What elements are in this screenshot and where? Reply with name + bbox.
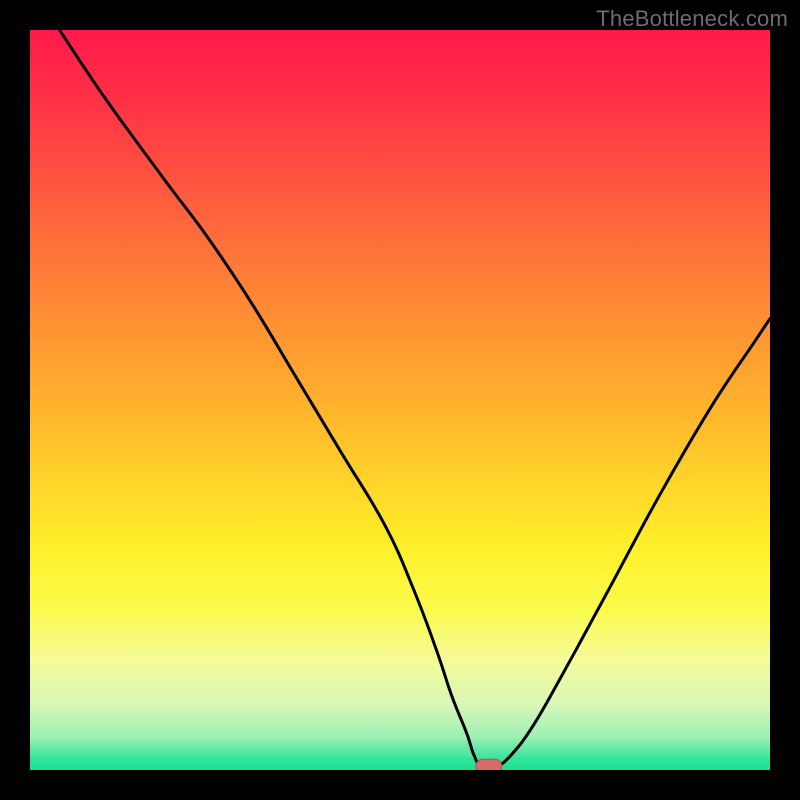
chart-frame: TheBottleneck.com <box>0 0 800 800</box>
plot-area <box>30 30 770 770</box>
optimal-marker <box>476 759 502 770</box>
watermark-text: TheBottleneck.com <box>596 6 788 32</box>
chart-svg <box>30 30 770 770</box>
gradient-background <box>30 30 770 770</box>
